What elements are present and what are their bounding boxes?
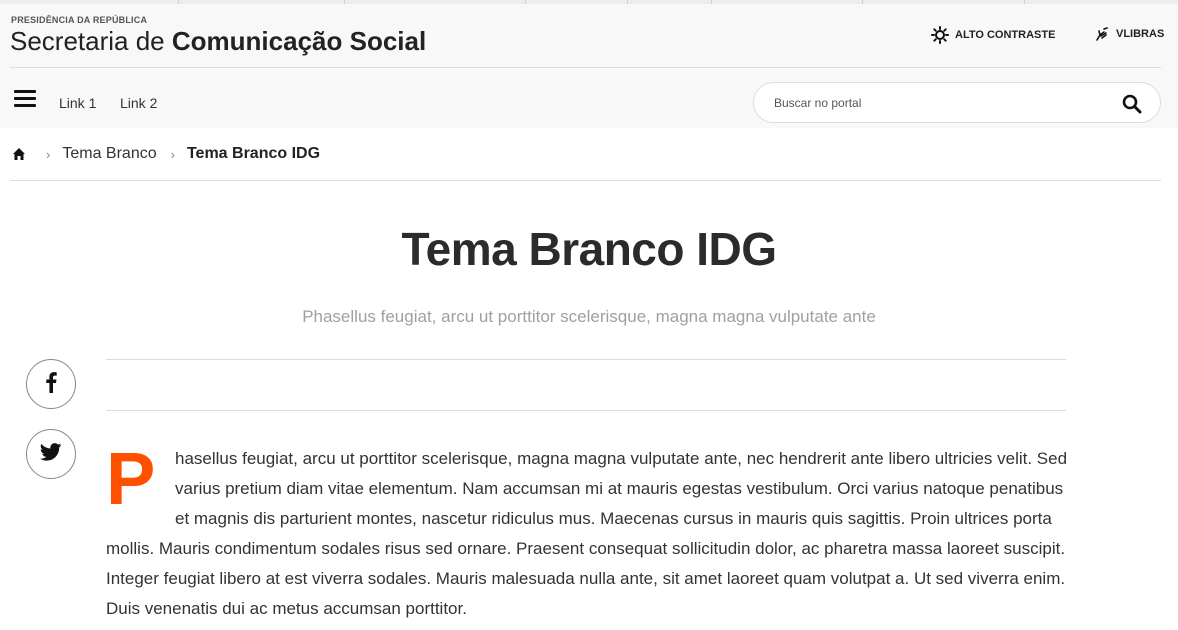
breadcrumb-current: Tema Branco IDG bbox=[186, 145, 321, 162]
facebook-icon bbox=[45, 371, 57, 398]
high-contrast-button[interactable]: ALTO CONTRASTE bbox=[931, 26, 1055, 44]
chevron-right-icon: › bbox=[170, 146, 175, 162]
vlibras-button[interactable]: VLIBRAS bbox=[1094, 26, 1164, 42]
search-box bbox=[753, 82, 1161, 123]
breadcrumb-item-tema-branco[interactable]: Tema Branco bbox=[62, 145, 156, 163]
header-divider bbox=[10, 67, 1161, 68]
page-description: Phasellus feugiat, arcu ut porttitor sce… bbox=[302, 307, 876, 326]
nav-link-1[interactable]: Link 1 bbox=[59, 95, 96, 111]
chevron-right-icon: › bbox=[46, 146, 51, 162]
high-contrast-label: ALTO CONTRASTE bbox=[955, 29, 1056, 41]
nav-link-2[interactable]: Link 2 bbox=[120, 95, 157, 111]
breadcrumb-divider bbox=[10, 180, 1161, 181]
page-title: Tema Branco IDG bbox=[401, 223, 777, 275]
article-divider bbox=[106, 359, 1066, 360]
sign-language-hand-icon bbox=[1094, 26, 1110, 42]
twitter-share-button[interactable] bbox=[26, 429, 76, 479]
vlibras-label: VLIBRAS bbox=[1116, 28, 1165, 40]
article-divider bbox=[106, 410, 1066, 411]
org-label: PRESIDÊNCIA DA REPÚBLICA bbox=[11, 15, 148, 25]
drop-cap: P bbox=[106, 437, 156, 520]
hamburger-menu-icon[interactable] bbox=[14, 90, 36, 108]
site-title[interactable]: Secretaria de Comunicação Social bbox=[10, 26, 426, 57]
twitter-icon bbox=[39, 442, 62, 466]
facebook-share-button[interactable] bbox=[26, 359, 76, 409]
article-body-text: hasellus feugiat, arcu ut porttitor scel… bbox=[106, 449, 1068, 618]
article-body: P hasellus feugiat, arcu ut porttitor sc… bbox=[106, 437, 1071, 624]
site-title-bold: Comunicação Social bbox=[171, 26, 427, 56]
search-input[interactable] bbox=[774, 94, 1094, 112]
home-icon[interactable] bbox=[12, 147, 26, 161]
breadcrumb: › Tema Branco › Tema Branco IDG bbox=[12, 144, 320, 164]
site-title-light: Secretaria de bbox=[10, 26, 165, 56]
site-header: PRESIDÊNCIA DA REPÚBLICA Secretaria de C… bbox=[0, 4, 1178, 128]
sun-contrast-icon bbox=[931, 26, 949, 44]
search-icon[interactable] bbox=[1122, 94, 1142, 114]
